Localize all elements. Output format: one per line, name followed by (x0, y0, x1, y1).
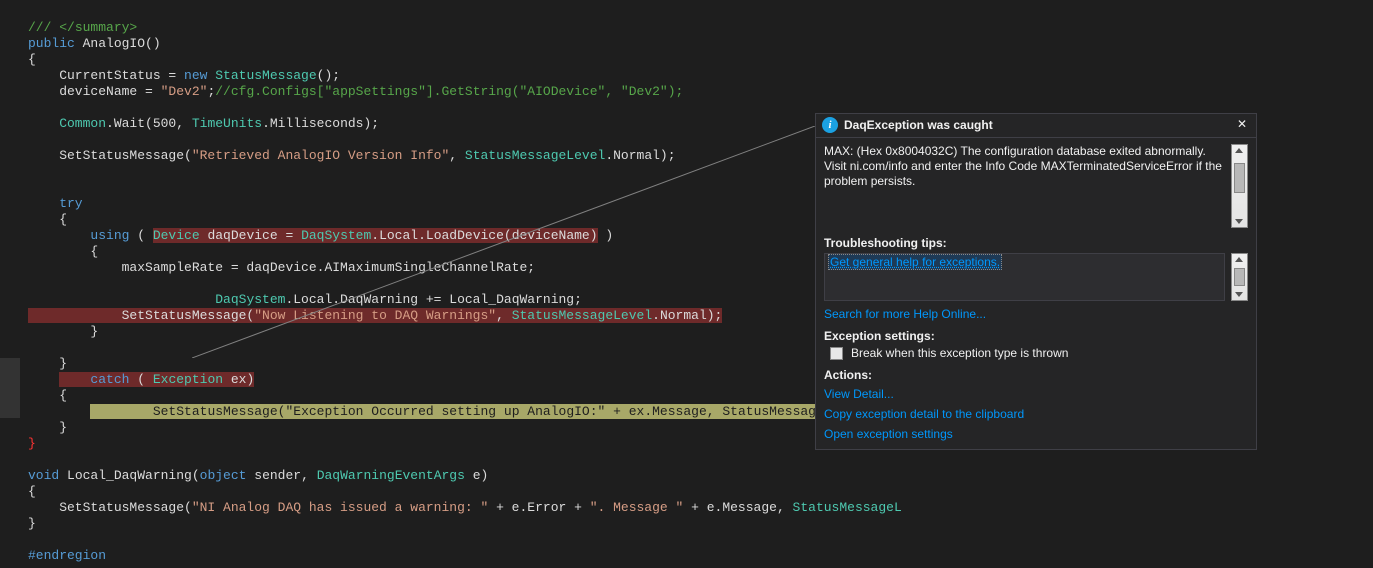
info-icon: i (822, 117, 838, 133)
exception-assistant-popup: i DaqException was caught ✕ MAX: (Hex 0x… (815, 113, 1257, 450)
tips-scrollbar[interactable] (1231, 253, 1248, 301)
copy-exception-link[interactable]: Copy exception detail to the clipboard (824, 407, 1024, 421)
search-help-online-link[interactable]: Search for more Help Online... (824, 307, 986, 321)
exception-settings-heading: Exception settings: (824, 329, 1248, 343)
break-on-throw-label: Break when this exception type is thrown (851, 346, 1068, 360)
open-exception-settings-link[interactable]: Open exception settings (824, 427, 953, 441)
troubleshooting-heading: Troubleshooting tips: (824, 236, 1248, 250)
view-detail-link[interactable]: View Detail... (824, 387, 894, 401)
popup-header: i DaqException was caught ✕ (816, 114, 1256, 138)
actions-heading: Actions: (824, 368, 1248, 382)
tips-list: Get general help for exceptions. (824, 253, 1225, 301)
breakpoint-gutter (0, 358, 20, 418)
general-help-link[interactable]: Get general help for exceptions. (828, 254, 1002, 270)
exception-title: DaqException was caught (844, 118, 1234, 132)
close-button[interactable]: ✕ (1234, 117, 1250, 133)
break-on-throw-checkbox[interactable] (830, 347, 843, 360)
exception-message: MAX: (Hex 0x8004032C) The configuration … (824, 144, 1225, 228)
message-scrollbar[interactable] (1231, 144, 1248, 228)
